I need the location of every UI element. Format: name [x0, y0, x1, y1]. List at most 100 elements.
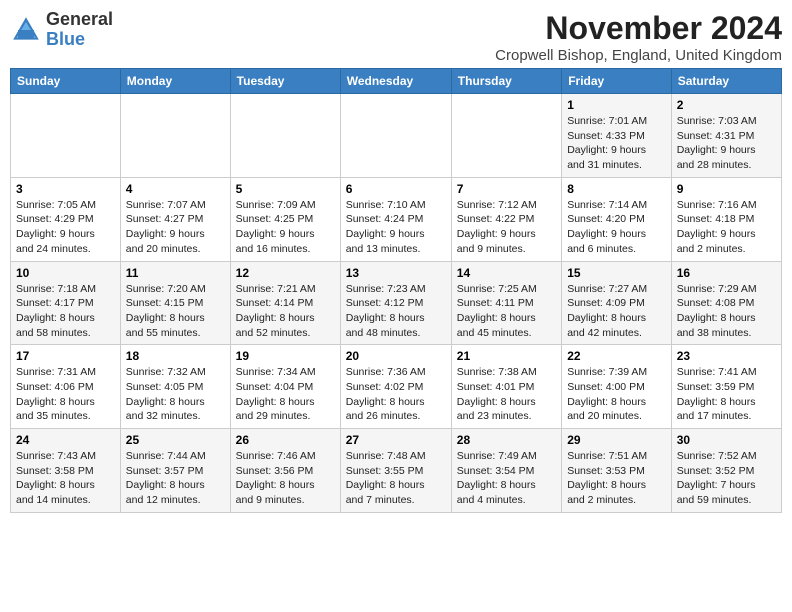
- day-info: Sunrise: 7:27 AM Sunset: 4:09 PM Dayligh…: [567, 282, 666, 341]
- day-info: Sunrise: 7:25 AM Sunset: 4:11 PM Dayligh…: [457, 282, 556, 341]
- calendar-cell: 17 Sunrise: 7:31 AM Sunset: 4:06 PM Dayli…: [11, 345, 121, 429]
- calendar-cell: 10 Sunrise: 7:18 AM Sunset: 4:17 PM Dayli…: [11, 261, 121, 345]
- calendar-body: 1 Sunrise: 7:01 AM Sunset: 4:33 PM Daylig…: [11, 94, 782, 513]
- day-number: 2: [677, 98, 776, 112]
- day-info: Sunrise: 7:32 AM Sunset: 4:05 PM Dayligh…: [126, 365, 225, 424]
- calendar-cell: 29 Sunrise: 7:51 AM Sunset: 3:53 PM Dayli…: [562, 429, 672, 513]
- day-info: Sunrise: 7:41 AM Sunset: 3:59 PM Dayligh…: [677, 365, 776, 424]
- day-number: 16: [677, 266, 776, 280]
- day-number: 10: [16, 266, 115, 280]
- day-number: 21: [457, 349, 556, 363]
- day-info: Sunrise: 7:52 AM Sunset: 3:52 PM Dayligh…: [677, 449, 776, 508]
- day-info: Sunrise: 7:05 AM Sunset: 4:29 PM Dayligh…: [16, 198, 115, 257]
- col-saturday: Saturday: [671, 69, 781, 94]
- logo-blue-text: Blue: [46, 29, 85, 49]
- day-number: 29: [567, 433, 666, 447]
- calendar-cell: 1 Sunrise: 7:01 AM Sunset: 4:33 PM Daylig…: [562, 94, 672, 178]
- calendar-week-3: 10 Sunrise: 7:18 AM Sunset: 4:17 PM Dayli…: [11, 261, 782, 345]
- calendar-cell: 18 Sunrise: 7:32 AM Sunset: 4:05 PM Dayli…: [120, 345, 230, 429]
- day-info: Sunrise: 7:12 AM Sunset: 4:22 PM Dayligh…: [457, 198, 556, 257]
- calendar-cell: 28 Sunrise: 7:49 AM Sunset: 3:54 PM Dayli…: [451, 429, 561, 513]
- logo-text: General Blue: [46, 10, 113, 50]
- day-info: Sunrise: 7:03 AM Sunset: 4:31 PM Dayligh…: [677, 114, 776, 173]
- col-sunday: Sunday: [11, 69, 121, 94]
- day-info: Sunrise: 7:46 AM Sunset: 3:56 PM Dayligh…: [236, 449, 335, 508]
- day-info: Sunrise: 7:36 AM Sunset: 4:02 PM Dayligh…: [346, 365, 446, 424]
- calendar-week-4: 17 Sunrise: 7:31 AM Sunset: 4:06 PM Dayli…: [11, 345, 782, 429]
- day-info: Sunrise: 7:51 AM Sunset: 3:53 PM Dayligh…: [567, 449, 666, 508]
- day-info: Sunrise: 7:09 AM Sunset: 4:25 PM Dayligh…: [236, 198, 335, 257]
- calendar-cell: 21 Sunrise: 7:38 AM Sunset: 4:01 PM Dayli…: [451, 345, 561, 429]
- calendar-cell: 20Sunrise: 7:36 AM Sunset: 4:02 PM Dayli…: [340, 345, 451, 429]
- header-row: Sunday Monday Tuesday Wednesday Thursday…: [11, 69, 782, 94]
- day-number: 9: [677, 182, 776, 196]
- calendar-cell: [451, 94, 561, 178]
- calendar-cell: 30 Sunrise: 7:52 AM Sunset: 3:52 PM Dayli…: [671, 429, 781, 513]
- day-info: Sunrise: 7:39 AM Sunset: 4:00 PM Dayligh…: [567, 365, 666, 424]
- calendar-cell: [340, 94, 451, 178]
- day-number: 3: [16, 182, 115, 196]
- month-title: November 2024: [495, 10, 782, 47]
- logo-icon: [10, 14, 42, 46]
- col-wednesday: Wednesday: [340, 69, 451, 94]
- calendar-cell: 25Sunrise: 7:44 AM Sunset: 3:57 PM Dayli…: [120, 429, 230, 513]
- day-number: 24: [16, 433, 115, 447]
- day-number: 28: [457, 433, 556, 447]
- day-info: Sunrise: 7:38 AM Sunset: 4:01 PM Dayligh…: [457, 365, 556, 424]
- day-info: Sunrise: 7:18 AM Sunset: 4:17 PM Dayligh…: [16, 282, 115, 341]
- calendar-cell: 9 Sunrise: 7:16 AM Sunset: 4:18 PM Daylig…: [671, 177, 781, 261]
- page-header: General Blue November 2024 Cropwell Bish…: [10, 10, 782, 64]
- day-number: 30: [677, 433, 776, 447]
- day-number: 1: [567, 98, 666, 112]
- day-number: 4: [126, 182, 225, 196]
- calendar-cell: 19 Sunrise: 7:34 AM Sunset: 4:04 PM Dayli…: [230, 345, 340, 429]
- day-info: Sunrise: 7:43 AM Sunset: 3:58 PM Dayligh…: [16, 449, 115, 508]
- day-info: Sunrise: 7:31 AM Sunset: 4:06 PM Dayligh…: [16, 365, 115, 424]
- calendar-cell: 24 Sunrise: 7:43 AM Sunset: 3:58 PM Dayli…: [11, 429, 121, 513]
- calendar-cell: 12 Sunrise: 7:21 AM Sunset: 4:14 PM Dayli…: [230, 261, 340, 345]
- calendar-cell: [11, 94, 121, 178]
- day-number: 14: [457, 266, 556, 280]
- calendar-cell: [120, 94, 230, 178]
- col-friday: Friday: [562, 69, 672, 94]
- calendar-cell: 14 Sunrise: 7:25 AM Sunset: 4:11 PM Dayli…: [451, 261, 561, 345]
- day-number: 13: [346, 266, 446, 280]
- location-title: Cropwell Bishop, England, United Kingdom: [495, 47, 782, 64]
- calendar-week-5: 24 Sunrise: 7:43 AM Sunset: 3:58 PM Dayli…: [11, 429, 782, 513]
- day-info: Sunrise: 7:34 AM Sunset: 4:04 PM Dayligh…: [236, 365, 335, 424]
- calendar-cell: 15Sunrise: 7:27 AM Sunset: 4:09 PM Dayli…: [562, 261, 672, 345]
- day-number: 7: [457, 182, 556, 196]
- day-number: 11: [126, 266, 225, 280]
- calendar-table: Sunday Monday Tuesday Wednesday Thursday…: [10, 68, 782, 513]
- calendar-cell: 8 Sunrise: 7:14 AM Sunset: 4:20 PM Daylig…: [562, 177, 672, 261]
- day-info: Sunrise: 7:21 AM Sunset: 4:14 PM Dayligh…: [236, 282, 335, 341]
- day-info: Sunrise: 7:29 AM Sunset: 4:08 PM Dayligh…: [677, 282, 776, 341]
- day-info: Sunrise: 7:14 AM Sunset: 4:20 PM Dayligh…: [567, 198, 666, 257]
- calendar-cell: 13Sunrise: 7:23 AM Sunset: 4:12 PM Dayli…: [340, 261, 451, 345]
- day-number: 26: [236, 433, 335, 447]
- day-info: Sunrise: 7:07 AM Sunset: 4:27 PM Dayligh…: [126, 198, 225, 257]
- col-thursday: Thursday: [451, 69, 561, 94]
- day-info: Sunrise: 7:20 AM Sunset: 4:15 PM Dayligh…: [126, 282, 225, 341]
- day-info: Sunrise: 7:49 AM Sunset: 3:54 PM Dayligh…: [457, 449, 556, 508]
- calendar-cell: 5 Sunrise: 7:09 AM Sunset: 4:25 PM Daylig…: [230, 177, 340, 261]
- calendar-cell: 7 Sunrise: 7:12 AM Sunset: 4:22 PM Daylig…: [451, 177, 561, 261]
- day-number: 5: [236, 182, 335, 196]
- day-info: Sunrise: 7:44 AM Sunset: 3:57 PM Dayligh…: [126, 449, 225, 508]
- day-number: 8: [567, 182, 666, 196]
- calendar-cell: 27Sunrise: 7:48 AM Sunset: 3:55 PM Dayli…: [340, 429, 451, 513]
- calendar-cell: 23 Sunrise: 7:41 AM Sunset: 3:59 PM Dayli…: [671, 345, 781, 429]
- logo: General Blue: [10, 10, 113, 50]
- day-number: 18: [126, 349, 225, 363]
- day-number: 23: [677, 349, 776, 363]
- calendar-cell: 26 Sunrise: 7:46 AM Sunset: 3:56 PM Dayli…: [230, 429, 340, 513]
- day-number: 12: [236, 266, 335, 280]
- day-info: Sunrise: 7:01 AM Sunset: 4:33 PM Dayligh…: [567, 114, 666, 173]
- day-number: 27: [346, 433, 446, 447]
- calendar-week-1: 1 Sunrise: 7:01 AM Sunset: 4:33 PM Daylig…: [11, 94, 782, 178]
- day-number: 19: [236, 349, 335, 363]
- calendar-cell: 4 Sunrise: 7:07 AM Sunset: 4:27 PM Daylig…: [120, 177, 230, 261]
- day-number: 17: [16, 349, 115, 363]
- day-info: Sunrise: 7:16 AM Sunset: 4:18 PM Dayligh…: [677, 198, 776, 257]
- day-info: Sunrise: 7:10 AM Sunset: 4:24 PM Dayligh…: [346, 198, 446, 257]
